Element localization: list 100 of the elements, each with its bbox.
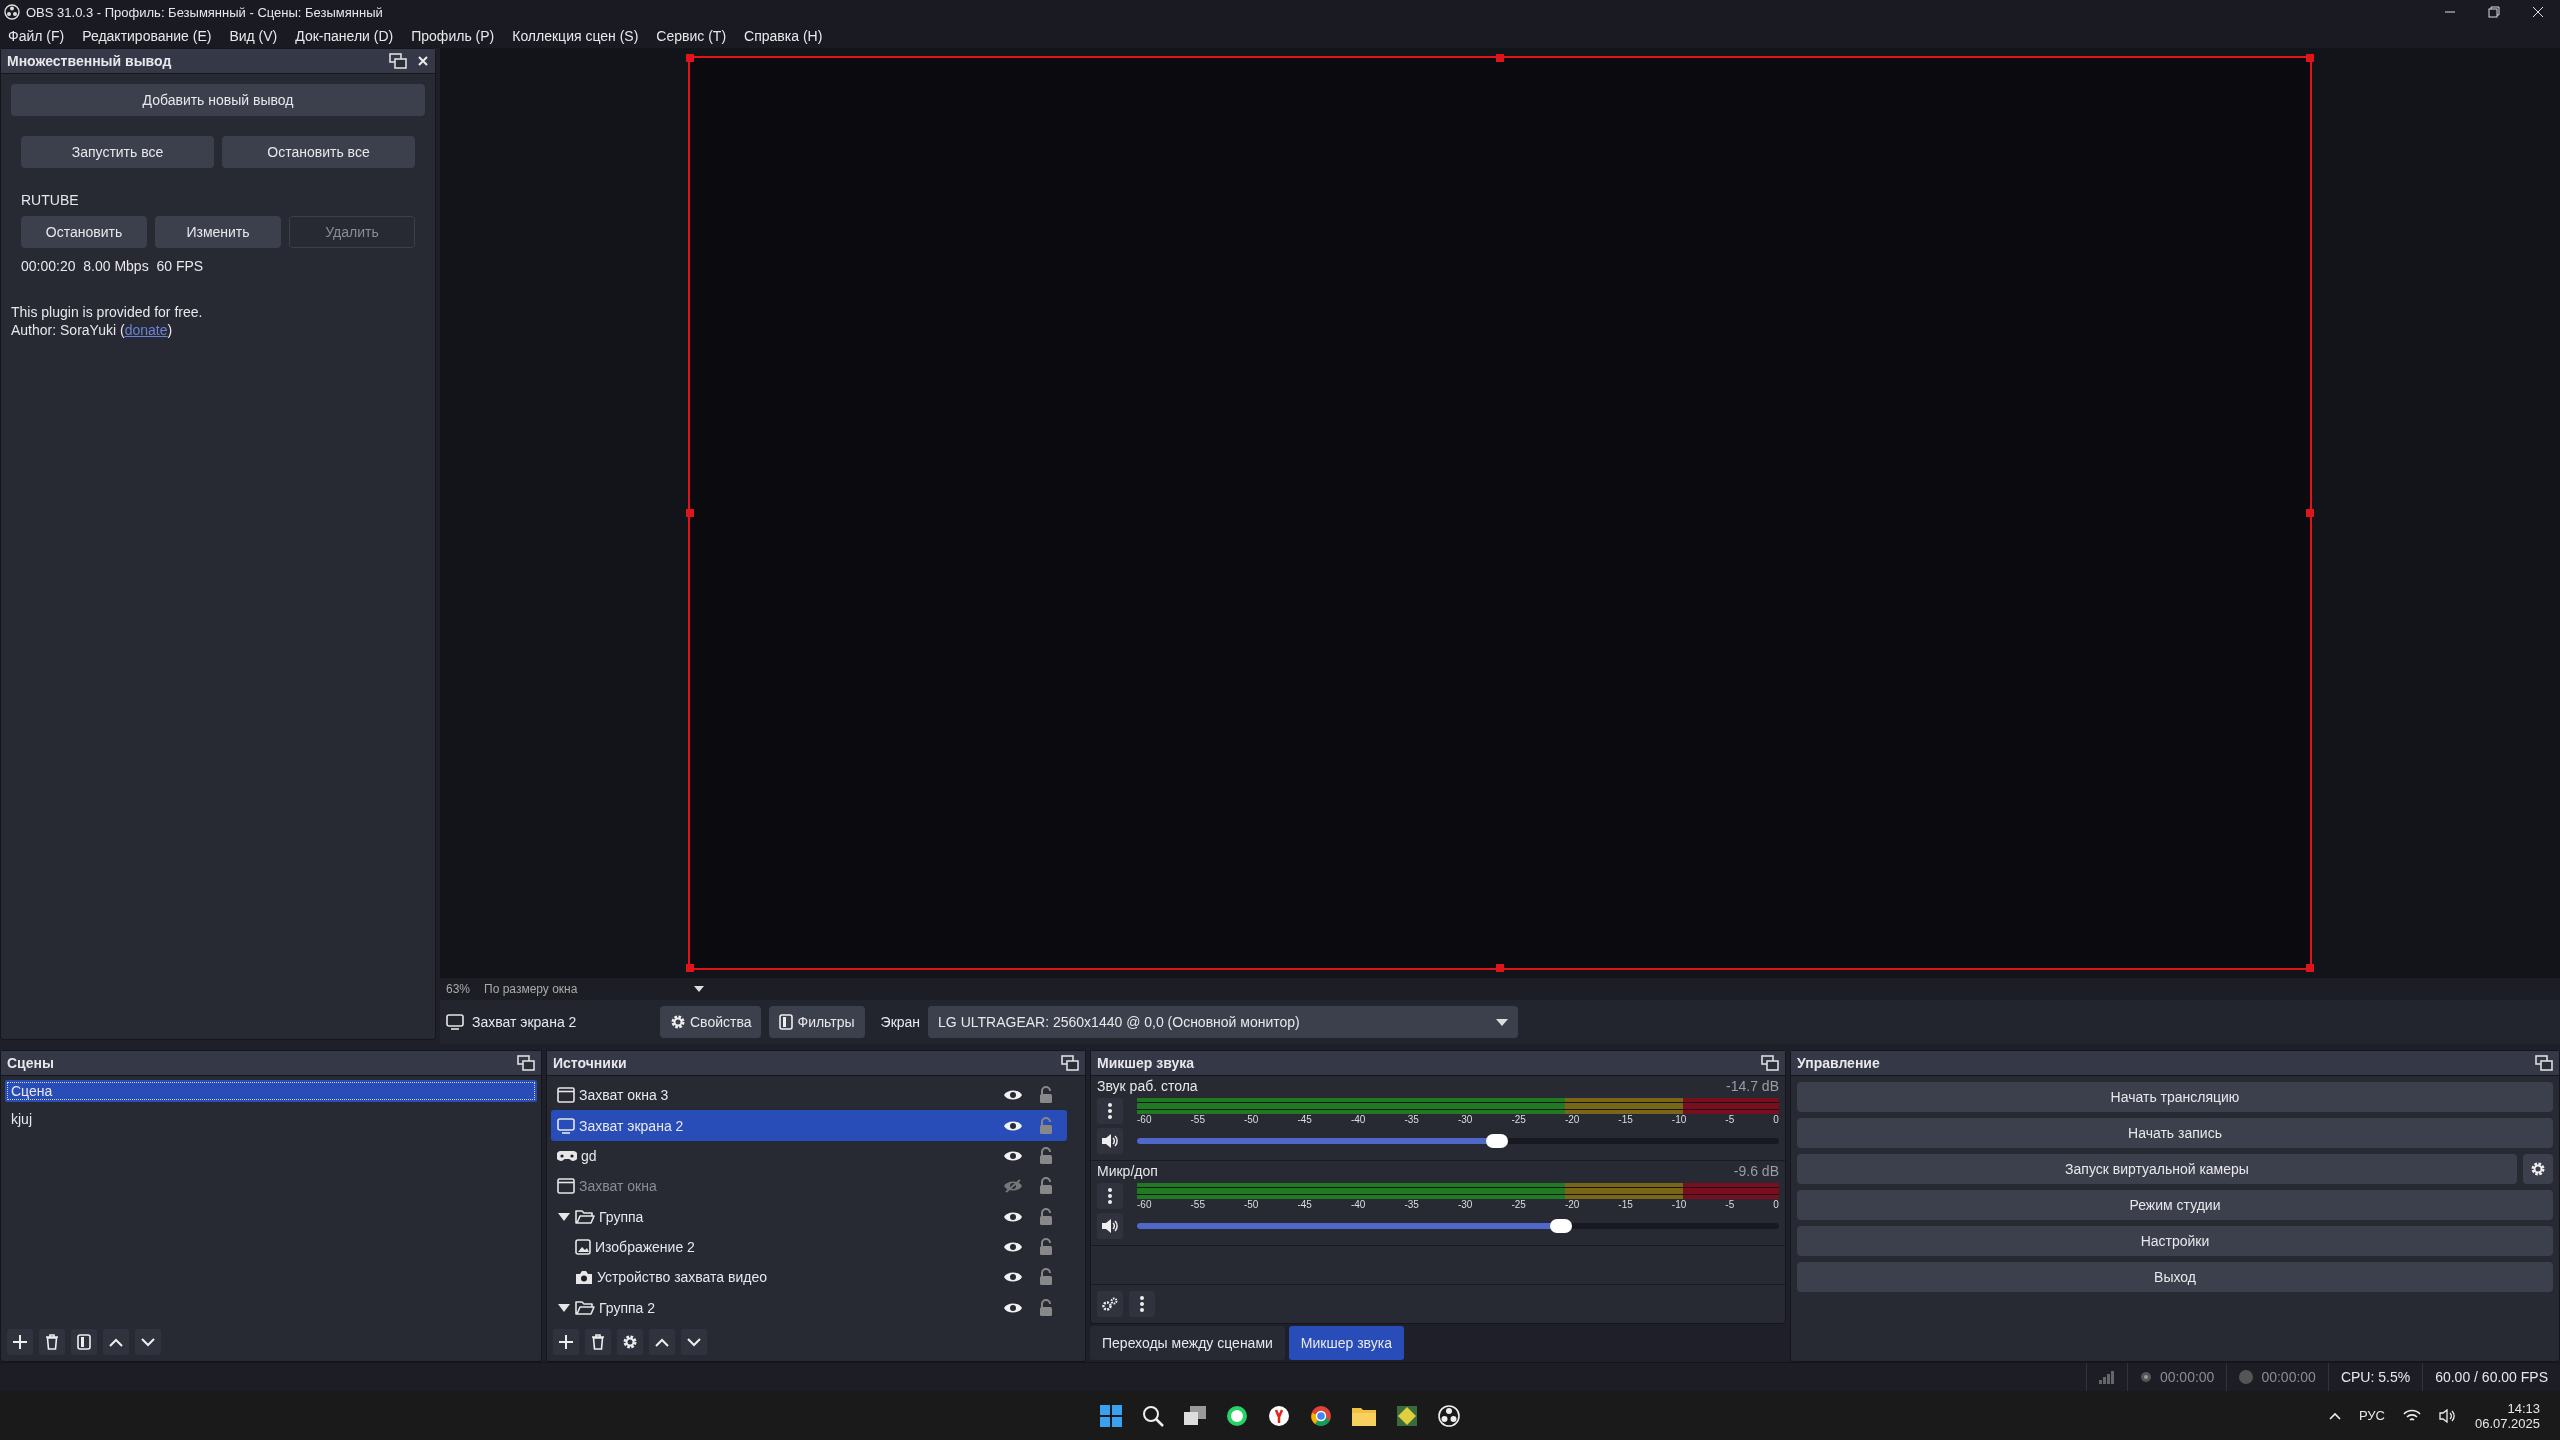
- lock-icon[interactable]: [1039, 1177, 1053, 1196]
- source-item[interactable]: Изображение 2: [551, 1231, 1067, 1263]
- meter-scale-label: 0: [1773, 1114, 1779, 1127]
- control-button[interactable]: Начать запись: [1797, 1118, 2553, 1148]
- speaker-icon[interactable]: [1097, 1213, 1123, 1239]
- move-up-icon[interactable]: [649, 1329, 675, 1355]
- language-indicator[interactable]: РУС: [2358, 1408, 2385, 1423]
- speaker-icon[interactable]: [2438, 1408, 2457, 1423]
- move-down-icon[interactable]: [135, 1329, 161, 1355]
- menu-item[interactable]: Редактирование (E): [82, 28, 212, 44]
- source-item[interactable]: Группа 2: [551, 1292, 1067, 1323]
- resize-handle[interactable]: [1496, 54, 1504, 62]
- resize-handle[interactable]: [686, 54, 694, 62]
- dock-title: Сцены: [7, 1055, 54, 1071]
- control-button[interactable]: Выход: [1797, 1262, 2553, 1292]
- close-icon[interactable]: [417, 55, 429, 67]
- output-action-button[interactable]: Изменить: [155, 216, 281, 248]
- menu-item[interactable]: Профиль (P): [411, 28, 495, 44]
- output-action-button[interactable]: Остановить: [21, 216, 147, 248]
- speaker-icon[interactable]: [1097, 1128, 1123, 1154]
- resize-handle[interactable]: [2306, 509, 2314, 517]
- undock-icon[interactable]: [389, 53, 407, 69]
- resize-handle[interactable]: [686, 964, 694, 972]
- lock-icon[interactable]: [1039, 1268, 1053, 1287]
- resize-handle[interactable]: [2306, 964, 2314, 972]
- menu-item[interactable]: Вид (V): [229, 28, 278, 44]
- more-options-icon[interactable]: [1129, 1291, 1155, 1317]
- dock-tab[interactable]: Переходы между сценами: [1090, 1326, 1285, 1360]
- volume-slider-thumb[interactable]: [1549, 1219, 1572, 1233]
- add-icon[interactable]: [7, 1329, 33, 1355]
- app-logo-icon[interactable]: [1438, 1404, 1460, 1427]
- add-output-button[interactable]: Добавить новый вывод: [11, 84, 425, 116]
- task-view-icon[interactable]: [1184, 1405, 1206, 1426]
- control-button[interactable]: Настройки: [1797, 1226, 2553, 1256]
- undock-icon[interactable]: [517, 1055, 535, 1071]
- control-button[interactable]: Запуск виртуальной камеры: [1797, 1154, 2517, 1184]
- gears-icon[interactable]: [1097, 1291, 1123, 1317]
- search-icon[interactable]: [1142, 1404, 1164, 1427]
- move-down-icon[interactable]: [681, 1329, 707, 1355]
- source-item[interactable]: Захват экрана 2: [551, 1110, 1067, 1141]
- lock-icon[interactable]: [1039, 1298, 1053, 1317]
- control-button[interactable]: Режим студии: [1797, 1190, 2553, 1220]
- clock-time[interactable]: 14:13: [2507, 1400, 2540, 1416]
- more-options-icon[interactable]: [1097, 1183, 1123, 1209]
- source-item[interactable]: Захват окна 3: [551, 1080, 1067, 1111]
- trash-icon[interactable]: [585, 1329, 611, 1355]
- stream-status-icon: [2139, 1371, 2152, 1383]
- stop-all-button[interactable]: Остановить все: [222, 136, 415, 168]
- display-dropdown[interactable]: LG ULTRAGEAR: 2560x1440 @ 0,0 (Основной монитор): [928, 1006, 1519, 1038]
- source-item[interactable]: gd: [551, 1140, 1067, 1172]
- crossed-eye-icon[interactable]: [1003, 1179, 1023, 1194]
- menu-item[interactable]: Справка (H): [744, 28, 823, 44]
- resize-handle[interactable]: [1496, 964, 1504, 972]
- control-button[interactable]: Начать трансляцию: [1797, 1082, 2553, 1112]
- app-logo-icon: [4, 4, 20, 20]
- source-item[interactable]: Группа: [551, 1201, 1067, 1232]
- menu-item[interactable]: Сервис (T): [656, 28, 727, 44]
- dock-title: Источники: [553, 1055, 627, 1071]
- expand-arrow-icon[interactable]: [557, 1302, 571, 1313]
- source-item[interactable]: Устройство захвата видео: [551, 1262, 1067, 1293]
- chat-app-icon[interactable]: [1226, 1404, 1248, 1427]
- menu-item[interactable]: Док-панели (D): [295, 28, 394, 44]
- start-icon[interactable]: [1100, 1404, 1122, 1427]
- wifi-icon[interactable]: [2402, 1408, 2421, 1423]
- lock-icon[interactable]: [1039, 1146, 1053, 1165]
- resize-handle[interactable]: [2306, 54, 2314, 62]
- more-options-icon[interactable]: [1097, 1098, 1123, 1124]
- menu-item[interactable]: Файл (F): [8, 28, 65, 44]
- start-all-button[interactable]: Запустить все: [21, 136, 214, 168]
- menu-item[interactable]: Коллекция сцен (S): [512, 28, 639, 44]
- resize-handle[interactable]: [686, 509, 694, 517]
- lock-icon[interactable]: [1039, 1207, 1053, 1226]
- move-up-icon[interactable]: [103, 1329, 129, 1355]
- source-item[interactable]: Захват окна: [551, 1171, 1067, 1202]
- browser-icon[interactable]: [1268, 1404, 1290, 1427]
- caret-up-icon[interactable]: [2328, 1411, 2341, 1420]
- properties-button[interactable]: Свойства: [660, 1006, 762, 1038]
- settings-icon[interactable]: [617, 1329, 643, 1355]
- clock-date[interactable]: 06.07.2025: [2474, 1415, 2540, 1431]
- undock-icon[interactable]: [1061, 1055, 1079, 1071]
- scale-mode-dropdown[interactable]: По размеру окна: [484, 982, 705, 996]
- scene-item[interactable]: Сцена: [5, 1080, 537, 1102]
- close-icon[interactable]: [2532, 6, 2544, 18]
- lock-icon[interactable]: [1039, 1086, 1053, 1105]
- filter-icon[interactable]: [71, 1329, 97, 1355]
- undock-icon[interactable]: [1761, 1055, 1779, 1071]
- filters-button[interactable]: Фильтры: [769, 1006, 865, 1038]
- browser-icon[interactable]: [1310, 1404, 1332, 1427]
- trash-icon[interactable]: [39, 1329, 65, 1355]
- maximize-icon[interactable]: [2488, 6, 2500, 18]
- folder-icon[interactable]: [1352, 1405, 1376, 1426]
- volume-slider-thumb[interactable]: [1485, 1134, 1508, 1148]
- app-icon[interactable]: [1396, 1404, 1418, 1427]
- lock-icon[interactable]: [1039, 1238, 1053, 1257]
- undock-icon[interactable]: [2535, 1055, 2553, 1071]
- expand-arrow-icon[interactable]: [557, 1211, 571, 1222]
- add-icon[interactable]: [553, 1329, 579, 1355]
- settings-icon[interactable]: [2523, 1154, 2553, 1184]
- scene-item[interactable]: kjuj: [5, 1108, 537, 1130]
- dock-tab[interactable]: Микшер звука: [1288, 1326, 1404, 1360]
